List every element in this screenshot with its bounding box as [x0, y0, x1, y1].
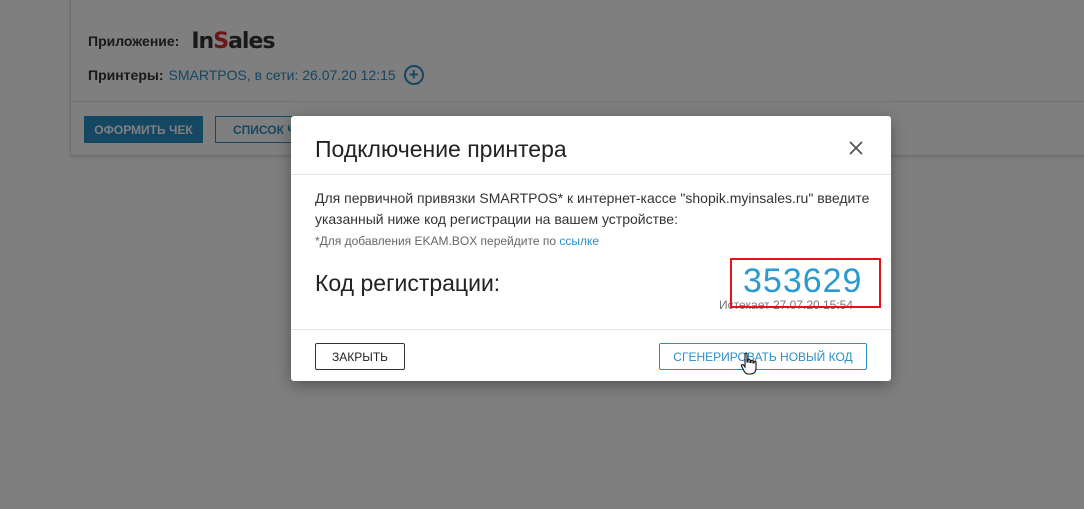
close-button[interactable]: ЗАКРЫТЬ	[315, 343, 405, 370]
dialog-title: Подключение принтера	[315, 136, 567, 162]
printer-connect-dialog: Подключение принтера Для первичной привя…	[291, 116, 891, 381]
code-highlight-box	[730, 258, 881, 308]
note-link[interactable]: ссылке	[559, 234, 599, 248]
ekam-box-note: *Для добавления EKAM.BOX перейдите по сс…	[315, 234, 599, 248]
generate-code-button[interactable]: СГЕНЕРИРОВАТЬ НОВЫЙ КОД	[659, 343, 867, 370]
header-divider	[291, 174, 891, 175]
hand-cursor-icon	[740, 352, 757, 375]
registration-code-label: Код регистрации:	[315, 270, 501, 296]
footer-divider	[291, 329, 891, 330]
note-text: *Для добавления EKAM.BOX перейдите по	[315, 234, 560, 248]
dialog-description: Для первичной привязки SMARTPOS* к интер…	[315, 190, 870, 227]
close-icon[interactable]	[846, 138, 866, 158]
